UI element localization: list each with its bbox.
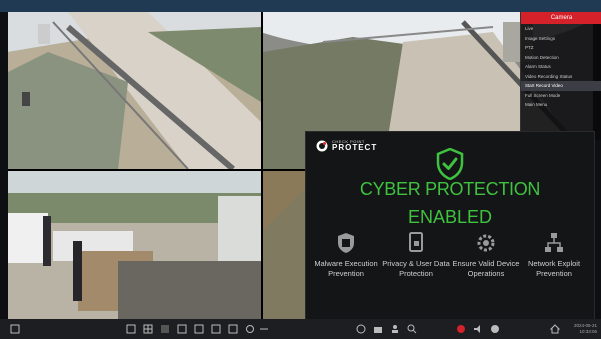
privacy-document-icon	[409, 232, 423, 252]
context-menu-header[interactable]: Camera	[521, 12, 601, 24]
feature-network: Network Exploit Prevention	[520, 232, 588, 279]
feature-device-label: Ensure Valid Device Operations	[452, 259, 520, 278]
feature-device: Ensure Valid Device Operations	[452, 232, 520, 279]
feature-list: Malware Execution Prevention Privacy & U…	[306, 232, 594, 317]
search-icon[interactable]	[407, 324, 417, 334]
layout-nine-icon[interactable]	[160, 324, 170, 334]
user-icon[interactable]	[390, 324, 400, 334]
menu-item-image-settings[interactable]: Image Settings	[521, 34, 601, 44]
device-settings-icon	[477, 234, 495, 252]
audio-icon[interactable]	[473, 324, 483, 334]
menu-item-recording-status[interactable]: Video Recording Status	[521, 72, 601, 82]
shield-check-icon	[436, 148, 464, 180]
settings-icon[interactable]	[245, 324, 255, 334]
check-point-logo-icon	[316, 140, 328, 152]
feature-privacy: Privacy & User Data Protection	[382, 232, 450, 279]
brand-logo: CHECK POINT PROTECT	[316, 140, 377, 152]
feature-malware-label: Malware Execution Prevention	[314, 259, 378, 278]
menu-item-full-screen[interactable]: Full Screen Mode	[521, 91, 601, 101]
cyber-protection-status: ENABLED	[407, 207, 493, 227]
camera-view-1[interactable]	[8, 12, 261, 169]
brand-big-text: PROTECT	[332, 143, 378, 152]
camera-context-menu: Camera Live Image Settings PTZ Motion De…	[520, 12, 601, 140]
clock-time: 10:33:06	[579, 329, 597, 334]
menu-item-ptz[interactable]: PTZ	[521, 43, 601, 53]
record-icon[interactable]	[456, 324, 466, 334]
feature-privacy-label: Privacy & User Data Protection	[382, 259, 450, 278]
cyber-protection-title: CYBER PROTECTION	[359, 179, 541, 199]
system-clock: 2024-05-21 10:33:06	[574, 323, 597, 335]
cyber-protection-overlay: CHECK POINT PROTECT CYBER PROTECTION ENA…	[305, 131, 595, 321]
feature-malware: Malware Execution Prevention	[312, 232, 380, 279]
menu-icon[interactable]	[10, 324, 20, 334]
layout-quad-icon[interactable]	[143, 324, 153, 334]
bottom-toolbar: 2024-05-21 10:33:06	[0, 319, 601, 339]
info-icon[interactable]	[490, 324, 500, 334]
sequence-icon[interactable]	[211, 324, 221, 334]
layout-sixteen-icon[interactable]	[177, 324, 187, 334]
layout-single-icon[interactable]	[126, 324, 136, 334]
feature-network-label: Network Exploit Prevention	[527, 259, 581, 278]
more-icon[interactable]	[259, 324, 269, 334]
menu-item-motion-detection[interactable]: Motion Detection	[521, 53, 601, 63]
layout-custom-icon[interactable]	[194, 324, 204, 334]
top-title-bar	[0, 0, 601, 12]
malware-shield-icon	[338, 233, 354, 253]
folder-icon[interactable]	[373, 324, 383, 334]
ptz-icon[interactable]	[356, 324, 366, 334]
menu-item-start-record[interactable]: Start Record Video	[521, 81, 601, 91]
network-icon	[545, 233, 563, 252]
menu-item-main-menu[interactable]: Main Menu	[521, 100, 601, 110]
camera-view-3[interactable]	[8, 171, 261, 319]
menu-item-live[interactable]: Live	[521, 24, 601, 34]
playback-icon[interactable]	[228, 324, 238, 334]
menu-item-alarm-status[interactable]: Alarm Status	[521, 62, 601, 72]
home-icon[interactable]	[550, 324, 560, 334]
